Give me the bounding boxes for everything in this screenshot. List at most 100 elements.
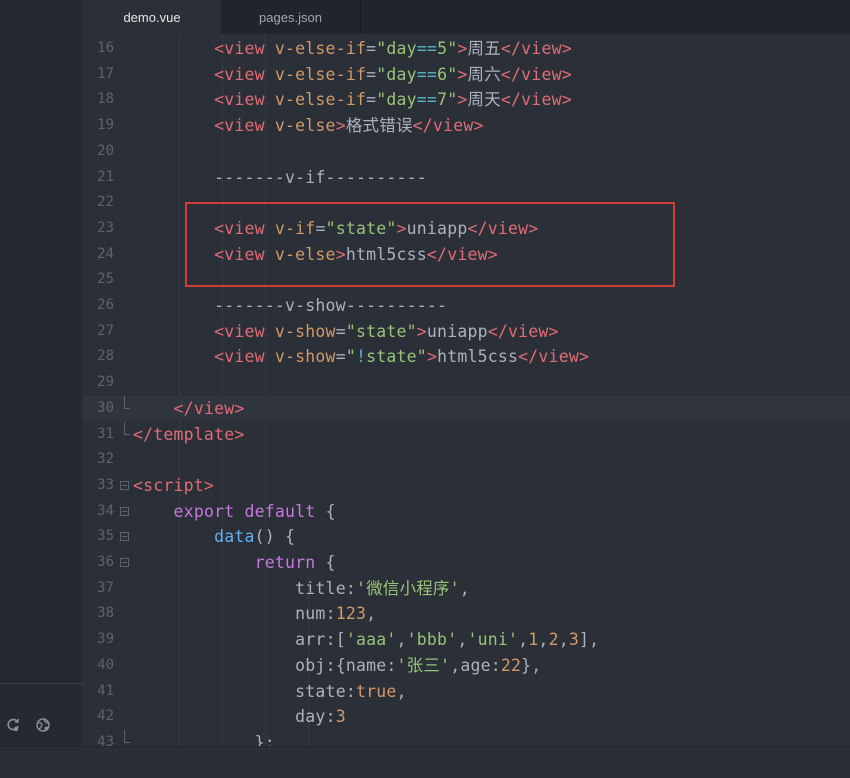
code-text: </view> <box>133 396 245 422</box>
line-number: 42 <box>97 708 114 725</box>
line-number: 20 <box>97 142 114 159</box>
code-token: = <box>366 39 377 58</box>
code-text: <view v-else>格式错误</view> <box>133 113 484 139</box>
line-number: 35 <box>97 528 114 545</box>
code-line[interactable]: 33 <script> <box>83 473 850 499</box>
code-token: 格式错误 <box>345 116 413 136</box>
code-line[interactable]: 28 <view v-show="!state">html5css</view> <box>83 344 850 370</box>
code-token: = <box>366 64 377 84</box>
code-token: -------v-show---------- <box>214 296 448 315</box>
code-text: -------v-show---------- <box>133 293 447 319</box>
code-token: return <box>254 553 316 572</box>
code-line[interactable]: 40 obj:{name:'张三',age:22}, <box>83 653 850 679</box>
code-token: state <box>295 681 346 701</box>
code-token: v-else-if <box>274 64 367 84</box>
code-line[interactable]: 36 return { <box>83 550 850 576</box>
code-line[interactable]: 27 <view v-show="state">uniapp</view> <box>83 319 850 345</box>
code-token: { <box>315 501 336 521</box>
code-line[interactable]: 30 </view> <box>83 395 850 422</box>
code-line[interactable]: 26 -------v-show---------- <box>83 293 850 319</box>
code-editor[interactable]: 16 <view v-else-if="day==5">周五</view> 17 … <box>83 34 850 746</box>
code-token: , <box>538 630 549 650</box>
code-text: data() { <box>133 524 295 550</box>
line-number: 40 <box>97 656 114 673</box>
code-token: > <box>416 321 427 341</box>
code-token: v-else-if <box>274 39 367 58</box>
code-token: " <box>345 347 356 367</box>
code-line[interactable]: 43 }; <box>83 729 850 746</box>
code-token: true <box>355 681 397 701</box>
tab-demo-vue[interactable]: demo.vue <box>83 0 221 34</box>
code-token: , <box>459 578 470 598</box>
code-line[interactable]: 38 num:123, <box>83 601 850 627</box>
tab-pages-json[interactable]: pages.json <box>221 0 361 34</box>
code-line[interactable]: 17 <view v-else-if="day==6">周六</view> <box>83 62 850 88</box>
line-number: 28 <box>97 348 114 365</box>
code-token: </template> <box>133 424 245 444</box>
line-number: 43 <box>97 733 114 746</box>
fold-end-marker <box>124 421 130 435</box>
code-text: return { <box>133 550 336 576</box>
code-text: </template> <box>133 422 244 448</box>
code-text: day:3 <box>133 704 346 730</box>
code-line[interactable]: 21 -------v-if---------- <box>83 165 850 191</box>
code-token: day <box>295 707 326 727</box>
code-line[interactable]: 42 day:3 <box>83 704 850 730</box>
code-token: "day <box>376 39 417 58</box>
code-text: num:123, <box>133 601 376 627</box>
line-number: 41 <box>97 682 114 699</box>
code-line[interactable]: 39 arr:['aaa','bbb','uni',1,2,3], <box>83 627 850 653</box>
code-line[interactable]: 16 <view v-else-if="day==5">周五</view> <box>83 36 850 62</box>
annotation-highlight-box <box>185 202 675 287</box>
code-token: == <box>416 39 438 58</box>
code-token: <script> <box>133 475 215 495</box>
code-line[interactable]: 20 <box>83 139 850 165</box>
fold-toggle-icon[interactable] <box>120 558 129 567</box>
code-token: data <box>214 527 255 547</box>
line-number: 22 <box>97 194 114 211</box>
code-token: = <box>335 347 346 367</box>
code-line[interactable]: 41 state:true, <box>83 679 850 705</box>
code-token: </view> <box>500 39 572 58</box>
fold-toggle-icon[interactable] <box>120 506 129 516</box>
fold-toggle-icon[interactable] <box>120 532 129 542</box>
fold-end-marker <box>124 395 130 409</box>
code-token: default <box>244 501 316 521</box>
code-line[interactable]: 34 export default { <box>83 499 850 525</box>
code-line[interactable]: 18 <view v-else-if="day==7">周天</view> <box>83 87 850 113</box>
code-token: , <box>450 655 461 675</box>
code-token: > <box>457 90 468 110</box>
code-token: 1 <box>528 630 539 650</box>
code-line[interactable]: 32 <box>83 447 850 473</box>
code-token: : <box>386 655 397 675</box>
line-number: 23 <box>97 219 114 236</box>
code-text: -------v-if---------- <box>133 165 427 191</box>
line-number: 37 <box>97 579 114 596</box>
code-text: <view v-else-if="day==5">周五</view> <box>133 36 572 62</box>
code-token: arr <box>295 630 326 650</box>
code-token: <view <box>214 321 275 341</box>
globe-icon[interactable] <box>35 717 51 733</box>
code-line[interactable]: 29 <box>83 370 850 396</box>
code-line[interactable]: 37 title:'微信小程序', <box>83 576 850 602</box>
code-token: 3 <box>568 630 579 650</box>
code-token: 'uni' <box>467 630 519 650</box>
code-line[interactable]: 35 data() { <box>83 524 850 550</box>
code-line[interactable]: 19 <view v-else>格式错误</view> <box>83 113 850 139</box>
code-token: 'aaa' <box>345 630 397 650</box>
code-text: }; <box>133 730 275 746</box>
code-token: , <box>558 630 569 650</box>
code-token: , <box>366 604 377 624</box>
code-token: : <box>345 578 356 598</box>
fold-toggle-icon[interactable] <box>120 480 129 490</box>
code-token: uniapp <box>426 321 488 341</box>
refresh-icon[interactable] <box>5 717 21 733</box>
line-number: 21 <box>97 168 114 185</box>
code-token: age <box>460 655 491 675</box>
code-text: <view v-else-if="day==7">周天</view> <box>133 87 572 113</box>
code-token: </view> <box>412 116 484 136</box>
code-line[interactable]: 31 </template> <box>83 421 850 448</box>
code-token: "day <box>376 90 417 110</box>
line-number: 17 <box>97 65 114 82</box>
code-token: :{ <box>325 655 346 675</box>
